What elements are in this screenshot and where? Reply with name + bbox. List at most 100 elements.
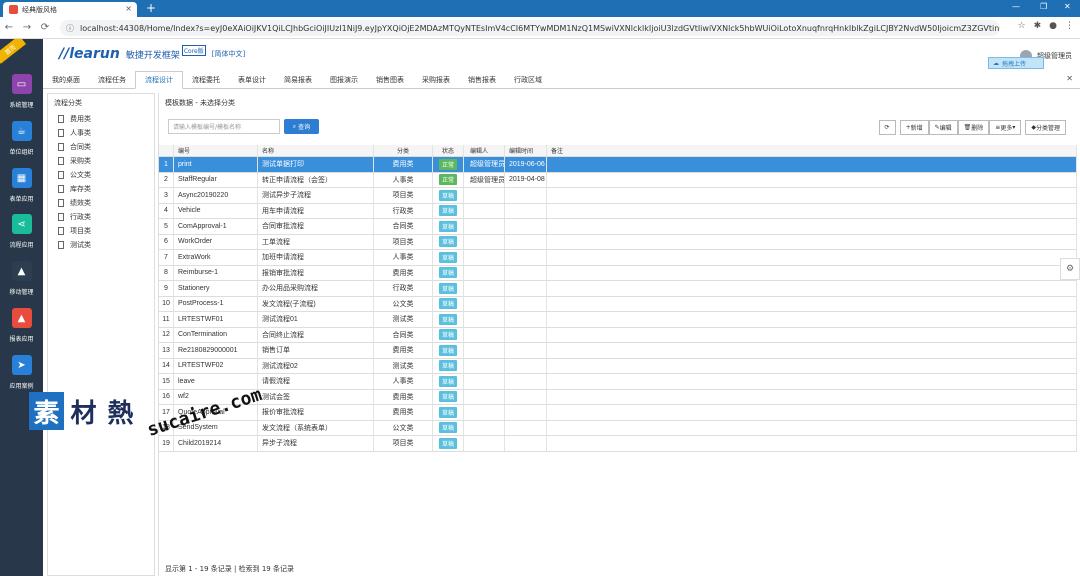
browser-tab[interactable]: 经典版风格 × bbox=[3, 2, 137, 17]
back-icon[interactable]: ← bbox=[0, 22, 18, 33]
tab-item[interactable]: 我的桌面 bbox=[43, 71, 89, 88]
tab-item[interactable]: 销售报表 bbox=[459, 71, 505, 88]
maximize-icon[interactable]: ❐ bbox=[1040, 2, 1047, 11]
file-icon bbox=[58, 185, 64, 193]
delete-label: 删除 bbox=[971, 125, 984, 132]
minimize-icon[interactable]: — bbox=[1012, 2, 1020, 11]
sidebar-item-system[interactable]: ▭ 系统管理 bbox=[0, 74, 43, 120]
tab-item[interactable]: 图报演示 bbox=[321, 71, 367, 88]
cell-cat: 公文类 bbox=[374, 420, 433, 435]
tree-item[interactable]: 公文类 bbox=[48, 168, 154, 182]
search-button[interactable]: ⌕ 查询 bbox=[284, 119, 319, 134]
reload-icon[interactable]: ⟳ bbox=[36, 22, 54, 33]
cell-code: StaffRegular bbox=[174, 172, 258, 187]
sidebar-item-workflow[interactable]: ⋖ 流程应用 bbox=[0, 214, 43, 260]
close-tabs-icon[interactable]: ✕ bbox=[1066, 74, 1073, 83]
url-field[interactable]: ⓘ localhost:44308/Home/Index?s=eyJ0eXAiO… bbox=[60, 20, 1000, 36]
tree-item[interactable]: 费用类 bbox=[48, 112, 154, 126]
menu-icon[interactable]: ⋮ bbox=[1065, 21, 1074, 31]
tab-item[interactable]: 简易报表 bbox=[275, 71, 321, 88]
table-row[interactable]: 4 Vehicle 用车申请流程 行政类 草稿 bbox=[159, 203, 1077, 219]
cell-time bbox=[505, 265, 547, 280]
home-badge[interactable]: 首页 bbox=[0, 39, 42, 69]
more-button[interactable]: ≡ 更多 ▾ bbox=[989, 120, 1022, 135]
table-row[interactable]: 2 StaffRegular 转正申请流程（会签） 人事类 正常 超级管理员 2019-04… bbox=[159, 172, 1077, 188]
sidebar-item-mobile[interactable]: ▲ 移动管理 bbox=[0, 261, 43, 307]
table-row[interactable]: 5 ComApproval-1 合同审批流程 合同类 草稿 bbox=[159, 219, 1077, 235]
tab-item[interactable]: 流程设计 bbox=[135, 71, 183, 89]
window-close-icon[interactable]: ✕ bbox=[1064, 2, 1071, 11]
col-category[interactable]: 分类 bbox=[374, 145, 433, 156]
tree-item[interactable]: 合同类 bbox=[48, 140, 154, 154]
cell-editor bbox=[464, 374, 505, 389]
star-icon[interactable]: ☆ bbox=[1018, 21, 1026, 31]
table-row[interactable]: 7 ExtraWork 加班申请流程 人事类 草稿 bbox=[159, 250, 1077, 266]
tab-item[interactable]: 流程委托 bbox=[183, 71, 229, 88]
extensions-icon[interactable]: ✱ bbox=[1034, 21, 1042, 31]
forward-icon[interactable]: → bbox=[18, 22, 36, 33]
add-button[interactable]: + 新增 bbox=[899, 120, 929, 135]
cell-time bbox=[505, 234, 547, 249]
tab-item[interactable]: 销售图表 bbox=[367, 71, 413, 88]
tree-item[interactable]: 库存类 bbox=[48, 182, 154, 196]
cell-code: ExtraWork bbox=[174, 250, 258, 265]
tree-item[interactable]: 采购类 bbox=[48, 154, 154, 168]
refresh-button[interactable]: ⟳ bbox=[878, 120, 896, 135]
col-status[interactable]: 状态 bbox=[433, 145, 464, 156]
table-row[interactable]: 6 WorkOrder 工单流程 项目类 草稿 bbox=[159, 234, 1077, 250]
tree-item[interactable]: 行政类 bbox=[48, 210, 154, 224]
table-row[interactable]: 11 LRTESTWF01 测试流程01 测试类 草稿 bbox=[159, 312, 1077, 328]
col-time[interactable]: 编辑时间 bbox=[505, 145, 547, 156]
table-row[interactable]: 8 Reimburse-1 报销审批流程 费用类 草稿 bbox=[159, 265, 1077, 281]
new-tab-button[interactable]: + bbox=[146, 1, 156, 15]
tab-item[interactable]: 行政区域 bbox=[505, 71, 551, 88]
tree-item[interactable]: 测试类 bbox=[48, 238, 154, 252]
table-row[interactable]: 14 LRTESTWF02 测试流程02 测试类 草稿 bbox=[159, 358, 1077, 374]
cell-editor bbox=[464, 358, 505, 373]
table-row[interactable]: 10 PostProcess-1 发文流程(子流程) 公文类 草稿 bbox=[159, 296, 1077, 312]
table-row[interactable]: 3 Async20190220 测试异步子流程 项目类 草稿 bbox=[159, 188, 1077, 204]
tab-close-icon[interactable]: × bbox=[125, 4, 132, 13]
watermark-char: 熱 bbox=[103, 392, 138, 430]
profile-icon[interactable]: ● bbox=[1049, 21, 1057, 31]
status-badge: 草稿 bbox=[438, 220, 457, 232]
table-row[interactable]: 1 print 测试单据打印 费用类 正常 超级管理员 2019-06-06 bbox=[159, 157, 1077, 173]
language-switch[interactable]: [简体中文] bbox=[212, 49, 245, 59]
col-editor[interactable]: 编辑人 bbox=[464, 145, 505, 156]
sidebar-item-org[interactable]: ☕ 单位组织 bbox=[0, 121, 43, 167]
upload-button[interactable]: ☁ 拖拽上传 bbox=[988, 57, 1044, 69]
tab-item[interactable]: 流程任务 bbox=[89, 71, 135, 88]
tree-item[interactable]: 绩效类 bbox=[48, 196, 154, 210]
category-manage-button[interactable]: ◆ 分类管理 bbox=[1025, 120, 1066, 135]
table-row[interactable]: 19 Child2019214 异步子流程 项目类 草稿 bbox=[159, 436, 1077, 452]
col-code[interactable]: 编号 bbox=[174, 145, 258, 156]
table-row[interactable]: 16 wf2 测试会签 费用类 草稿 bbox=[159, 389, 1077, 405]
table-row[interactable]: 13 Re2180829000001 销售订单 费用类 草稿 bbox=[159, 343, 1077, 359]
tree-item[interactable]: 项目类 bbox=[48, 224, 154, 238]
status-badge: 草稿 bbox=[438, 406, 457, 418]
search-input[interactable]: 请输入模板编号/模板名称 bbox=[168, 119, 280, 134]
tree-item[interactable]: 人事类 bbox=[48, 126, 154, 140]
tree-item-label: 项目类 bbox=[70, 227, 91, 235]
cell-note bbox=[547, 265, 1077, 280]
table-row[interactable]: 17 QuoteApproval 报价审批流程 费用类 草稿 bbox=[159, 405, 1077, 421]
col-note[interactable]: 备注 bbox=[547, 145, 1077, 156]
settings-gear-icon[interactable]: ⚙ bbox=[1060, 258, 1080, 280]
cell-cat: 项目类 bbox=[374, 234, 433, 249]
table-row[interactable]: 15 leave 请假流程 人事类 草稿 bbox=[159, 374, 1077, 390]
tab-item[interactable]: 采购报表 bbox=[413, 71, 459, 88]
table-row[interactable]: 12 ConTermination 合同终止流程 合同类 草稿 bbox=[159, 327, 1077, 343]
share-icon: ⋖ bbox=[11, 214, 32, 234]
trash-icon: 🗑 bbox=[963, 124, 972, 131]
table-row[interactable]: 18 SendSystem 发文流程（系统表单） 公文类 草稿 bbox=[159, 420, 1077, 436]
table-row[interactable]: 9 Stationery 办公用品采购流程 行政类 草稿 bbox=[159, 281, 1077, 297]
delete-button[interactable]: 🗑 删除 bbox=[957, 120, 990, 135]
tab-item[interactable]: 表单设计 bbox=[229, 71, 275, 88]
sidebar-item-reports[interactable]: ▲ 报表应用 bbox=[0, 308, 43, 354]
edit-button[interactable]: ✎ 编辑 bbox=[928, 120, 958, 135]
status-cell: 草稿 bbox=[433, 188, 464, 203]
file-icon bbox=[58, 171, 64, 179]
status-badge: 草稿 bbox=[438, 205, 457, 217]
sidebar-item-forms[interactable]: ▦ 表单应用 bbox=[0, 168, 43, 214]
col-name[interactable]: 名称 bbox=[258, 145, 374, 156]
